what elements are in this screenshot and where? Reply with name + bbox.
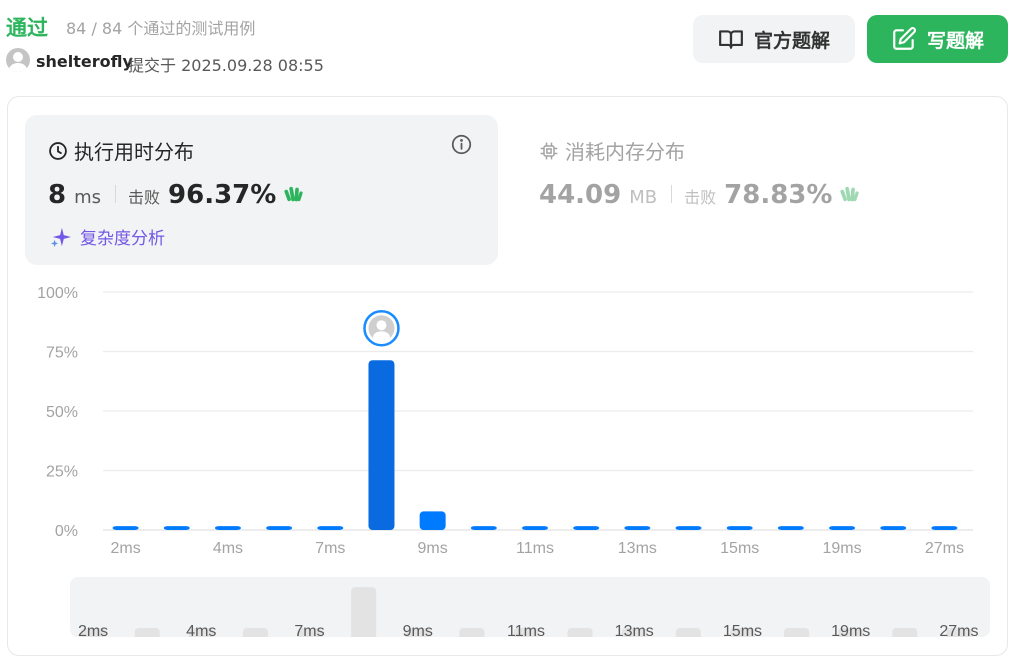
bar-7ms[interactable] xyxy=(317,526,344,530)
x-tick-label: 27ms xyxy=(925,540,964,557)
bar-3ms[interactable] xyxy=(163,526,190,530)
bar-20ms[interactable] xyxy=(880,526,907,530)
bar-15ms[interactable] xyxy=(726,526,753,530)
memory-title[interactable]: 消耗内存分布 xyxy=(539,136,685,165)
divider xyxy=(671,185,673,203)
x-tick-label: 4ms xyxy=(213,540,243,557)
x-tick-label: 9ms xyxy=(418,540,448,557)
bar-11ms[interactable] xyxy=(522,526,548,530)
official-solution-button[interactable]: 官方题解 xyxy=(693,15,855,63)
range-selector[interactable]: 2ms 4ms 7ms 9ms 11ms 13ms 15ms 19ms 27ms xyxy=(70,577,990,637)
mini-tick-label: 2ms xyxy=(78,623,108,637)
bar-19ms[interactable] xyxy=(829,526,856,530)
mini-tick-label: 15ms xyxy=(723,623,762,637)
clap-icon xyxy=(840,186,860,202)
mini-bar-3ms xyxy=(134,628,160,637)
bar-16ms[interactable] xyxy=(777,526,804,530)
submit-time: 提交于 2025.09.28 08:55 xyxy=(128,56,324,75)
runtime-stats: 8 ms 击败 96.37% xyxy=(48,180,304,210)
y-tick-label: 75% xyxy=(46,345,78,362)
divider xyxy=(115,185,117,203)
test-cases-summary: 84 / 84 个通过的测试用例 xyxy=(66,19,256,38)
marker-avatar-body xyxy=(372,331,390,344)
mini-tick-label: 13ms xyxy=(615,623,654,637)
official-solution-label: 官方题解 xyxy=(753,29,830,52)
mini-tick-label: 19ms xyxy=(831,623,870,637)
range-selector-chart[interactable]: 2ms 4ms 7ms 9ms 11ms 13ms 15ms 19ms 27ms xyxy=(70,577,990,637)
y-tick-label: 25% xyxy=(46,464,78,481)
x-tick-label: 15ms xyxy=(720,540,759,557)
runtime-value: 8 xyxy=(48,180,67,210)
user-avatar[interactable] xyxy=(6,48,30,72)
edit-icon xyxy=(893,27,916,50)
mini-tick-label: 4ms xyxy=(186,623,216,637)
bar-10ms[interactable] xyxy=(470,526,497,530)
y-tick-label: 100% xyxy=(37,285,78,302)
y-tick-label: 50% xyxy=(46,404,78,421)
x-tick-label: 7ms xyxy=(315,540,345,557)
mini-tick-label: 7ms xyxy=(294,623,324,637)
book-icon xyxy=(719,30,743,49)
runtime-distribution-chart[interactable]: 100% 75% 50% 25% 0% 2ms 4ms 7ms 9ms 11ms 13ms 15ms 1… xyxy=(0,280,1014,570)
info-icon[interactable] xyxy=(451,134,472,155)
chip-icon xyxy=(540,142,558,159)
write-solution-button[interactable]: 写题解 xyxy=(867,15,1008,63)
runtime-title-text: 执行用时分布 xyxy=(74,140,194,164)
x-tick-label: 11ms xyxy=(516,540,554,557)
mini-bar-12ms xyxy=(567,628,593,637)
runtime-beat-label: 击败 xyxy=(128,188,161,207)
mini-bar-6ms xyxy=(242,628,268,637)
x-tick-label: 2ms xyxy=(110,540,140,557)
sparkle-icon xyxy=(50,227,72,247)
write-solution-label: 写题解 xyxy=(926,29,984,52)
memory-title-text: 消耗内存分布 xyxy=(565,140,685,164)
mini-tick-label: 9ms xyxy=(403,623,433,637)
memory-unit: MB xyxy=(629,187,658,208)
username-link[interactable]: shelterofly xyxy=(36,52,133,71)
bar-2ms[interactable] xyxy=(112,526,139,530)
memory-beat-label: 击败 xyxy=(684,188,717,207)
mini-bar-16ms xyxy=(784,628,810,637)
clock-icon xyxy=(49,141,67,160)
bar-14ms[interactable] xyxy=(675,526,702,530)
complexity-analysis-link[interactable]: 复杂度分析 xyxy=(50,224,165,249)
clap-icon xyxy=(284,186,303,202)
x-tick-label: 13ms xyxy=(618,540,657,557)
bar-9ms[interactable] xyxy=(419,511,446,530)
submission-status: 通过 xyxy=(6,16,48,40)
bar-4ms[interactable] xyxy=(214,526,241,530)
mini-tick-label: 27ms xyxy=(939,623,978,637)
memory-value: 44.09 xyxy=(539,180,622,210)
memory-beat-value: 78.83% xyxy=(724,180,833,210)
mini-bar-14ms xyxy=(675,628,701,637)
bar-8ms[interactable] xyxy=(368,360,395,530)
runtime-unit: ms xyxy=(74,187,102,208)
mini-bar-10ms xyxy=(459,628,485,637)
bar-27ms[interactable] xyxy=(931,526,958,530)
bar-13ms[interactable] xyxy=(624,526,651,530)
memory-stats: 44.09 MB 击败 78.83% xyxy=(539,180,860,210)
bar-12ms[interactable] xyxy=(573,526,600,530)
complexity-label: 复杂度分析 xyxy=(80,229,165,249)
mini-tick-label: 11ms xyxy=(507,623,545,637)
x-tick-label: 19ms xyxy=(822,540,861,557)
mini-bar-20ms xyxy=(892,628,918,637)
bar-6ms[interactable] xyxy=(266,526,293,530)
marker-avatar-head xyxy=(376,320,387,331)
mini-bar-8ms xyxy=(351,587,377,637)
runtime-title: 执行用时分布 xyxy=(48,136,194,165)
y-tick-label: 0% xyxy=(55,523,78,540)
runtime-beat-value: 96.37% xyxy=(168,180,277,210)
